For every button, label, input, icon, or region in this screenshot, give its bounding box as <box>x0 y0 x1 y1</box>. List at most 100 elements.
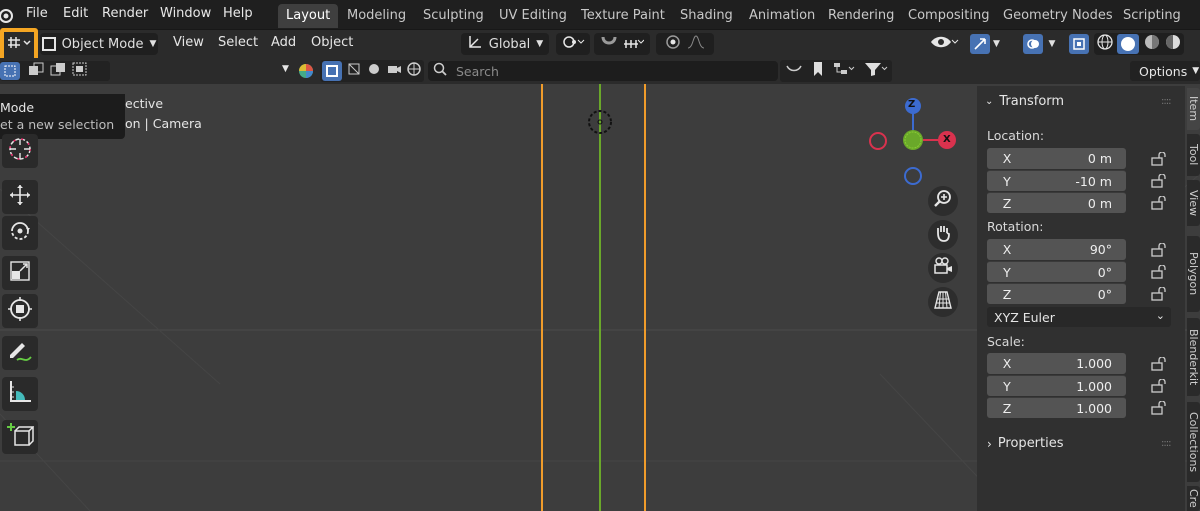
annotate-tool-button[interactable] <box>2 336 38 370</box>
lock-icon[interactable] <box>1151 151 1169 166</box>
select-new-icon[interactable] <box>0 62 20 80</box>
wireframe-shading-icon[interactable] <box>1096 33 1114 55</box>
tab-shading[interactable]: Shading <box>672 4 741 28</box>
tooltip-title: Mode <box>0 100 35 115</box>
tab-layout[interactable]: Layout <box>278 4 339 28</box>
menu-view[interactable]: View <box>173 35 204 50</box>
menu-object[interactable]: Object <box>311 35 353 50</box>
rotation-y-field[interactable]: Y 0° <box>987 261 1126 282</box>
menu-render[interactable]: Render <box>102 6 148 21</box>
lock-icon[interactable] <box>1151 195 1169 210</box>
menu-file[interactable]: File <box>26 6 48 21</box>
scale-y-field[interactable]: Y 1.000 <box>987 375 1126 396</box>
editor-type-button[interactable] <box>0 28 38 62</box>
menu-help[interactable]: Help <box>223 6 253 21</box>
tab-animation[interactable]: Animation <box>741 4 823 28</box>
search-placeholder: Search <box>456 63 499 79</box>
tab-geometry-nodes[interactable]: Geometry Nodes <box>995 4 1121 28</box>
options-button[interactable]: Options ▼ <box>1130 61 1200 81</box>
scale-tool-button[interactable] <box>2 256 38 290</box>
transform-tool-button[interactable] <box>2 294 38 328</box>
filter-funnel-icon[interactable] <box>864 61 888 81</box>
cursor-tool-button[interactable] <box>2 134 38 168</box>
filter-world-icon[interactable] <box>406 61 422 81</box>
select-extend-icon[interactable] <box>28 62 44 80</box>
pivot-point-button[interactable] <box>556 33 590 55</box>
hierarchy-icon[interactable] <box>833 61 855 81</box>
menu-select[interactable]: Select <box>218 35 258 50</box>
scale-x-field[interactable]: X 1.000 <box>987 353 1126 374</box>
scale-z-field[interactable]: Z 1.000 <box>987 397 1126 418</box>
side-tab-polygon[interactable]: Polygon <box>1187 236 1200 312</box>
select-invert-icon[interactable] <box>72 62 88 80</box>
tab-texture-paint[interactable]: Texture Paint <box>573 4 673 28</box>
menu-window[interactable]: Window <box>160 6 211 21</box>
lock-icon[interactable] <box>1151 286 1169 301</box>
select-subtract-icon[interactable] <box>50 62 66 80</box>
filter-mesh-icon[interactable] <box>346 61 362 81</box>
rotation-x-field[interactable]: X 90° <box>987 239 1126 260</box>
filter-camera-icon[interactable] <box>386 61 402 81</box>
solid-shading-icon[interactable] <box>1117 34 1140 54</box>
rendered-shading-icon[interactable] <box>1164 33 1182 55</box>
tab-sculpting[interactable]: Sculpting <box>415 4 492 28</box>
add-cube-tool-button[interactable] <box>2 420 38 454</box>
bookmark-icon[interactable] <box>812 61 824 81</box>
drag-handle-icon[interactable]: :::: <box>1161 438 1172 449</box>
tab-scripting[interactable]: Scripting <box>1115 4 1189 28</box>
drag-handle-icon[interactable]: :::: <box>1161 96 1172 107</box>
filter-light-icon[interactable] <box>366 61 382 81</box>
overlays-button[interactable]: ▼ <box>1017 33 1061 55</box>
measure-tool-button[interactable] <box>2 377 38 411</box>
location-z-field[interactable]: Z0 m <box>987 192 1126 213</box>
side-tab-cre[interactable]: Cre <box>1187 486 1200 511</box>
orientation-selector[interactable]: Global ▼ <box>461 33 549 55</box>
lock-icon[interactable] <box>1151 378 1169 393</box>
search-field[interactable]: Search <box>428 61 778 81</box>
location-y-field[interactable]: Y -10 m <box>987 170 1126 191</box>
rotate-tool-button[interactable] <box>2 216 38 250</box>
filter-object-icon[interactable] <box>322 61 342 81</box>
rotation-z-field[interactable]: Z 0° <box>987 283 1126 304</box>
material-shading-icon[interactable] <box>1143 33 1161 55</box>
toggle-icon[interactable] <box>785 62 803 80</box>
menu-add[interactable]: Add <box>271 35 296 50</box>
menu-edit[interactable]: Edit <box>63 6 88 21</box>
zoom-button[interactable] <box>928 186 958 216</box>
side-tab-item[interactable]: Item <box>1187 88 1200 130</box>
location-x-field[interactable]: X0 m <box>987 148 1126 169</box>
pan-button[interactable] <box>928 220 958 250</box>
properties-panel-header[interactable]: › Properties <box>987 436 1064 451</box>
lock-icon[interactable] <box>1151 400 1169 415</box>
view-label: ective <box>125 96 164 111</box>
3d-cursor-icon[interactable] <box>586 108 614 140</box>
perspective-toggle-button[interactable] <box>928 287 958 317</box>
visibility-button[interactable] <box>926 33 962 55</box>
side-tab-tool[interactable]: Tool <box>1187 134 1200 176</box>
lock-icon[interactable] <box>1151 173 1169 188</box>
options-label: Options <box>1139 63 1188 79</box>
camera-view-button[interactable] <box>928 253 958 283</box>
move-tool-button[interactable] <box>2 180 38 214</box>
tab-rendering[interactable]: Rendering <box>820 4 902 28</box>
gizmo-toggle-button[interactable]: ▼ <box>967 33 1003 55</box>
color-wheel-icon[interactable] <box>297 62 315 84</box>
tab-compositing[interactable]: Compositing <box>900 4 998 28</box>
side-tab-collections[interactable]: Collections <box>1187 402 1200 482</box>
snap-button[interactable] <box>594 33 650 55</box>
blender-logo-icon[interactable] <box>0 6 14 24</box>
side-tab-blenderkit[interactable]: Blenderkit <box>1187 318 1200 396</box>
lock-icon[interactable] <box>1151 356 1169 371</box>
side-tab-view[interactable]: View <box>1187 180 1200 226</box>
rotation-mode-select[interactable]: XYZ Euler ⌄ <box>987 307 1171 327</box>
mode-selector[interactable]: Object Mode ▼ <box>40 33 158 55</box>
lock-icon[interactable] <box>1151 264 1169 279</box>
tab-uv-editing[interactable]: UV Editing <box>491 4 575 28</box>
xray-button[interactable] <box>1068 33 1090 55</box>
proportional-edit-button[interactable] <box>656 33 714 55</box>
tab-modeling[interactable]: Modeling <box>339 4 414 28</box>
chevron-down-icon[interactable]: ▼ <box>282 64 289 74</box>
lock-icon[interactable] <box>1151 242 1169 257</box>
rotate-icon <box>8 219 32 247</box>
transform-panel-header[interactable]: ⌄ Transform <box>985 94 1064 109</box>
